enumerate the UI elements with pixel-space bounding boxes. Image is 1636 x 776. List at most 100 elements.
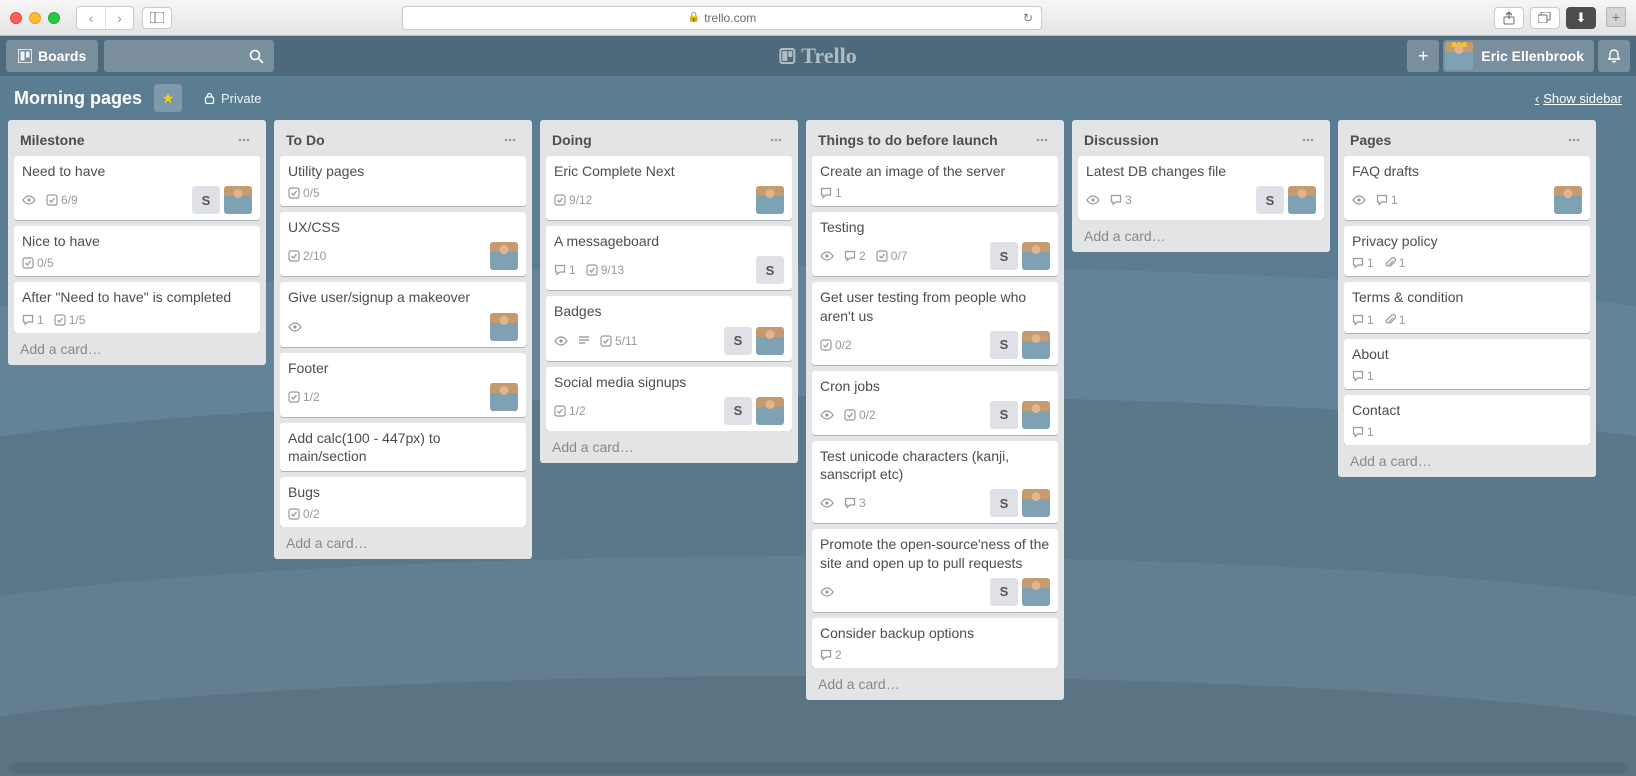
list-menu-icon[interactable] [1032,130,1052,150]
sidebar-toggle-icon[interactable] [142,7,172,29]
card[interactable]: Add calc(100 - 447px) to main/section [280,423,526,471]
watch-icon [22,195,36,205]
list-menu-icon[interactable] [500,130,520,150]
list-title[interactable]: To Do [286,132,325,148]
card[interactable]: Testing20/7S [812,212,1058,276]
checklist-badge: 1/2 [554,404,586,418]
card[interactable]: About1 [1344,339,1590,389]
board-name[interactable]: Morning pages [14,88,142,109]
boards-button[interactable]: Boards [6,40,98,72]
app-logo[interactable]: Trello [779,43,856,69]
member-initial[interactable]: S [1256,186,1284,214]
board-canvas[interactable]: Milestone Need to have6/9S Nice to have0/5… [0,120,1636,776]
add-card[interactable]: Add a card… [546,431,792,457]
member-initial[interactable]: S [990,331,1018,359]
member-initial[interactable]: S [990,242,1018,270]
member-avatar[interactable] [1022,242,1050,270]
share-icon[interactable] [1494,7,1524,29]
card[interactable]: Promote the open-source'ness of the site… [812,529,1058,611]
window-traffic-lights [10,12,60,24]
add-card[interactable]: Add a card… [812,668,1058,694]
add-card[interactable]: Add a card… [14,333,260,359]
member-avatar[interactable] [490,383,518,411]
member-avatar[interactable] [224,186,252,214]
show-sidebar[interactable]: ‹ Show sidebar [1535,91,1622,106]
forward-button[interactable]: › [105,7,133,29]
card[interactable]: Bugs0/2 [280,477,526,527]
minimize-window[interactable] [29,12,41,24]
card[interactable]: Create an image of the server1 [812,156,1058,206]
back-button[interactable]: ‹ [77,7,105,29]
card[interactable]: Privacy policy11 [1344,226,1590,276]
card[interactable]: FAQ drafts1 [1344,156,1590,220]
add-card[interactable]: Add a card… [1344,445,1590,471]
star-button[interactable]: ★ [154,84,182,112]
member-initial[interactable]: S [724,397,752,425]
list-title[interactable]: Discussion [1084,132,1159,148]
card[interactable]: After "Need to have" is completed11/5 [14,282,260,332]
list-menu-icon[interactable] [1564,130,1584,150]
member-avatar[interactable] [1554,186,1582,214]
zoom-window[interactable] [48,12,60,24]
tabs-icon[interactable] [1530,7,1560,29]
list-menu-icon[interactable] [234,130,254,150]
member-avatar[interactable] [756,327,784,355]
card[interactable]: Need to have6/9S [14,156,260,220]
address-bar[interactable]: 🔒 trello.com ↻ [402,6,1042,30]
list: Pages FAQ drafts1 Privacy policy11 Terms & … [1338,120,1596,477]
member-initial[interactable]: S [192,186,220,214]
member-initial[interactable]: S [990,578,1018,606]
list-menu-icon[interactable] [1298,130,1318,150]
card[interactable]: Badges5/11S [546,296,792,360]
card[interactable]: Latest DB changes file3S [1078,156,1324,220]
checklist-badge: 1/2 [288,390,320,404]
add-card[interactable]: Add a card… [1078,220,1324,246]
add-card[interactable]: Add a card… [280,527,526,553]
member-avatar[interactable] [756,397,784,425]
card[interactable]: Consider backup options2 [812,618,1058,668]
card[interactable]: UX/CSS2/10 [280,212,526,276]
card[interactable]: Social media signups1/2S [546,367,792,431]
card[interactable]: Give user/signup a makeover [280,282,526,346]
member-avatar[interactable] [490,313,518,341]
member-initial[interactable]: S [756,256,784,284]
member-avatar[interactable] [1022,401,1050,429]
member-initial[interactable]: S [990,401,1018,429]
board-header: Morning pages ★ Private ‹ Show sidebar [0,76,1636,120]
card[interactable]: Terms & condition11 [1344,282,1590,332]
card[interactable]: Utility pages0/5 [280,156,526,206]
close-window[interactable] [10,12,22,24]
member-avatar[interactable] [1288,186,1316,214]
attachment-badge: 1 [1384,256,1406,270]
member-avatar[interactable] [1022,331,1050,359]
member-initial[interactable]: S [990,489,1018,517]
list-menu-icon[interactable] [766,130,786,150]
list-title[interactable]: Pages [1350,132,1391,148]
member-initial[interactable]: S [724,327,752,355]
card[interactable]: Test unicode characters (kanji, sanscrip… [812,441,1058,523]
card[interactable]: Get user testing from people who aren't … [812,282,1058,364]
new-tab-button[interactable]: + [1606,7,1626,27]
notifications-button[interactable] [1598,40,1630,72]
search-input[interactable] [104,40,274,72]
card[interactable]: A messageboard19/13S [546,226,792,290]
card[interactable]: Footer1/2 [280,353,526,417]
card[interactable]: Cron jobs0/2S [812,371,1058,435]
card-title: Contact [1352,401,1582,419]
card[interactable]: Nice to have0/5 [14,226,260,276]
card[interactable]: Eric Complete Next9/12 [546,156,792,220]
member-avatar[interactable] [490,242,518,270]
member-avatar[interactable] [1022,489,1050,517]
list-title[interactable]: Doing [552,132,592,148]
list-title[interactable]: Milestone [20,132,85,148]
member-avatar[interactable] [1022,578,1050,606]
reload-icon[interactable]: ↻ [1023,11,1033,25]
horizontal-scrollbar[interactable] [8,763,1628,773]
card[interactable]: Contact1 [1344,395,1590,445]
create-button[interactable]: + [1407,40,1439,72]
visibility[interactable]: Private [204,91,261,106]
list-title[interactable]: Things to do before launch [818,132,998,148]
member-avatar[interactable] [756,186,784,214]
downloads-icon[interactable]: ⬇ [1566,7,1596,29]
user-menu[interactable]: Eric Ellenbrook [1443,40,1594,72]
